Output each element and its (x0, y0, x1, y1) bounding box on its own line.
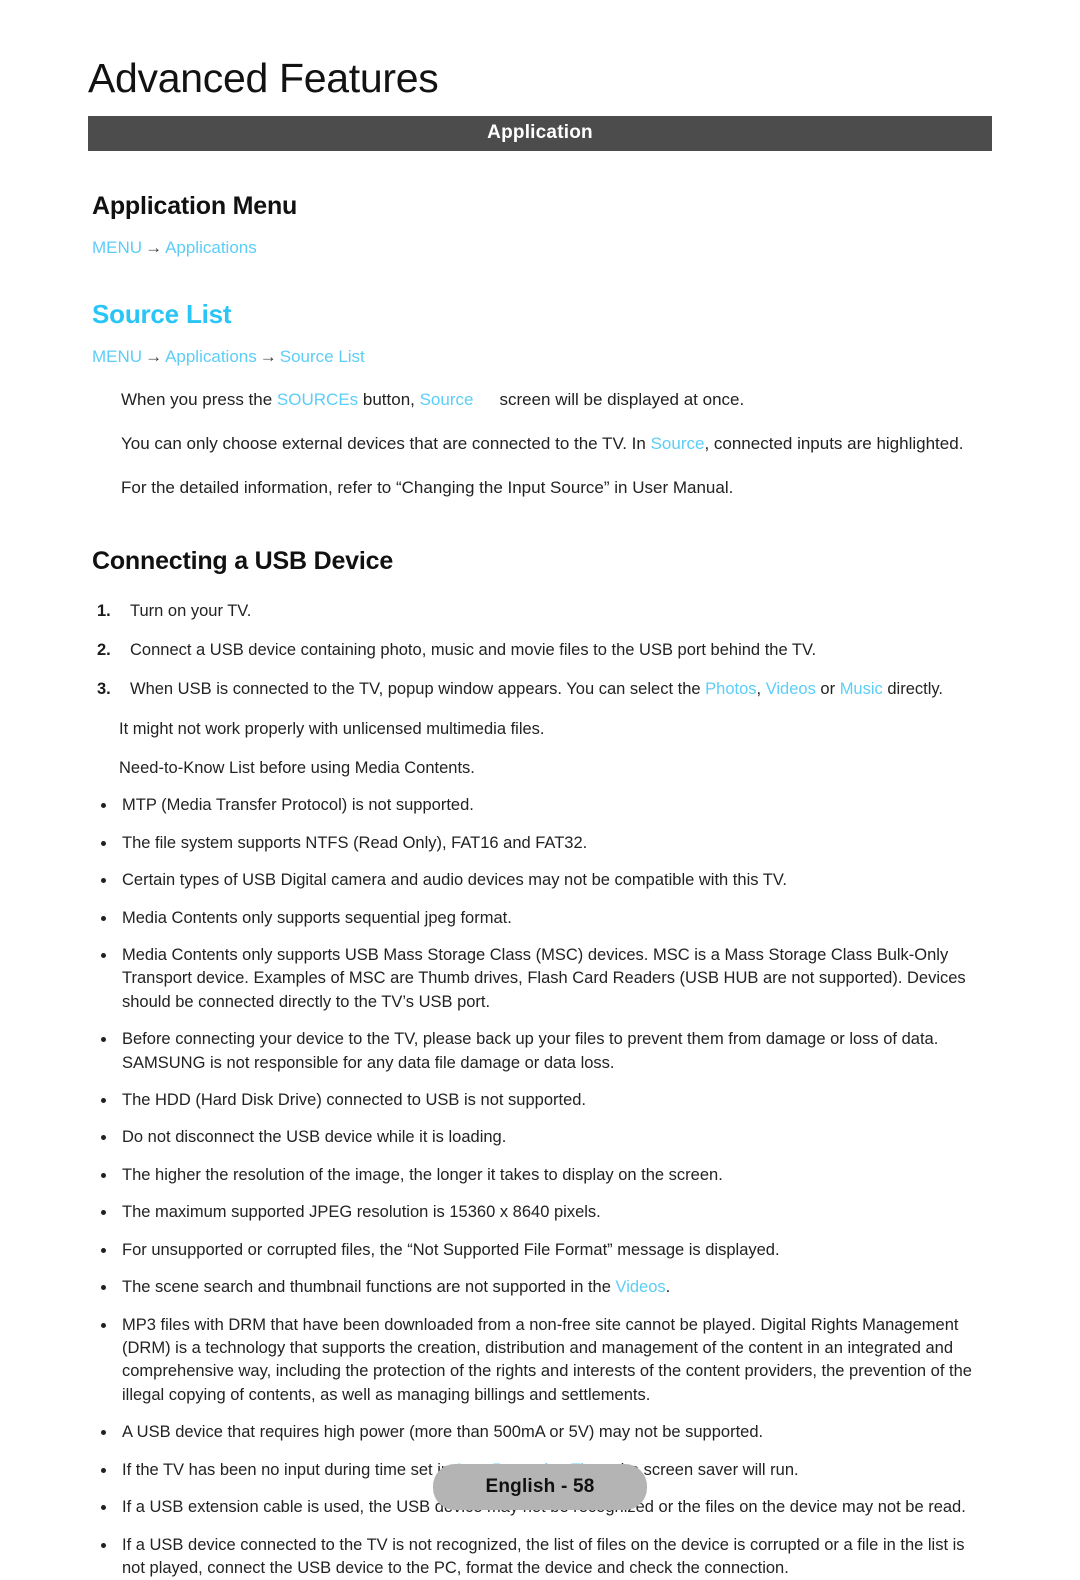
text-run: directly. (882, 680, 943, 699)
heading-source-list: Source List (92, 299, 232, 329)
inline-link-photos: Photos (705, 680, 757, 699)
menu-path-segment: MENU (92, 237, 143, 257)
arrow-icon: → (145, 237, 163, 257)
source-list-paragraph-1: When you press the SOURCEs button, Sourc… (121, 389, 992, 412)
inline-link-videos: Videos (765, 680, 816, 699)
menu-path-source-list: MENU → Applications → Source List (92, 346, 992, 368)
list-item: The higher the resolution of the image, … (97, 1164, 992, 1187)
text-run: screen will be displayed at once. (499, 390, 745, 410)
inline-link-sources: SOURCEs (276, 390, 359, 410)
text-run: , (756, 680, 766, 699)
inline-link-source: Source (650, 434, 705, 454)
menu-path-segment: Applications (165, 347, 257, 366)
document-page: Advanced Features Application Applicatio… (0, 0, 1080, 1577)
list-item: Media Contents only supports sequential … (97, 907, 992, 930)
arrow-icon: → (145, 347, 163, 366)
text-run: . (665, 1278, 671, 1297)
list-item: MTP (Media Transfer Protocol) is not sup… (97, 794, 992, 817)
usb-steps-list: 1. Turn on your TV. 2. Connect a USB devic… (88, 600, 992, 701)
section-bar-label: Application (487, 122, 593, 144)
menu-path-segment: MENU (92, 347, 143, 366)
step-text: Turn on your TV. (130, 601, 252, 620)
text-run: When you press the (121, 390, 277, 410)
list-item: Certain types of USB Digital camera and … (97, 869, 992, 892)
list-item: For unsupported or corrupted files, the … (97, 1239, 992, 1262)
list-item: If a USB device connected to the TV is n… (97, 1534, 992, 1580)
usb-subnote: Need-to-Know List before using Media Con… (119, 758, 475, 777)
inline-link-music: Music (839, 680, 883, 699)
list-item: The file system supports NTFS (Read Only… (97, 832, 992, 855)
source-list-paragraph-2: You can only choose external devices tha… (121, 433, 992, 456)
usb-notes-list: MTP (Media Transfer Protocol) is not sup… (88, 794, 992, 1580)
step-text: Connect a USB device containing photo, m… (130, 641, 817, 660)
text-run: You can only choose external devices tha… (121, 434, 651, 454)
list-item: Before connecting your device to the TV,… (97, 1028, 992, 1075)
list-item: 3. When USB is connected to the TV, popup… (97, 678, 992, 700)
menu-path-application-menu: MENU → Applications (92, 237, 992, 259)
section-bar: Application (88, 115, 992, 151)
inline-link-source: Source (419, 390, 474, 410)
list-item: The scene search and thumbnail functions… (97, 1276, 992, 1299)
text-run: or (815, 680, 840, 699)
source-list-paragraph-3: For the detailed information, refer to “… (121, 477, 734, 497)
list-item: Media Contents only supports USB Mass St… (97, 944, 992, 1014)
page-footer: English - 58 (0, 1464, 1080, 1510)
text-run: , connected inputs are highlighted. (704, 434, 964, 454)
chapter-title: Advanced Features (88, 55, 439, 101)
menu-path-segment: Applications (165, 237, 257, 257)
text-run: When USB is connected to the TV, popup w… (130, 680, 706, 699)
text-run: button, (358, 390, 420, 410)
list-item: 1. Turn on your TV. (97, 600, 992, 622)
step-text: When USB is connected to the TV, popup w… (130, 680, 943, 698)
step-number: 3. (97, 680, 111, 699)
list-item: MP3 files with DRM that have been downlo… (97, 1314, 992, 1408)
step-number: 1. (97, 601, 111, 620)
text-run: The scene search and thumbnail functions… (122, 1278, 616, 1297)
list-item: The maximum supported JPEG resolution is… (97, 1201, 992, 1224)
heading-connecting-usb-device: Connecting a USB Device (92, 546, 394, 575)
heading-application-menu: Application Menu (92, 191, 298, 220)
page-number-badge: English - 58 (433, 1464, 647, 1510)
step-number: 2. (97, 641, 111, 660)
list-item: 2. Connect a USB device containing photo,… (97, 639, 992, 661)
list-item: Do not disconnect the USB device while i… (97, 1126, 992, 1149)
menu-path-segment: Source List (279, 347, 365, 366)
list-item: The HDD (Hard Disk Drive) connected to U… (97, 1089, 992, 1112)
list-item: A USB device that requires high power (m… (97, 1421, 992, 1444)
inline-link-videos: Videos (615, 1278, 666, 1297)
usb-subnote: It might not work properly with unlicens… (119, 719, 545, 738)
arrow-icon: → (259, 347, 277, 366)
